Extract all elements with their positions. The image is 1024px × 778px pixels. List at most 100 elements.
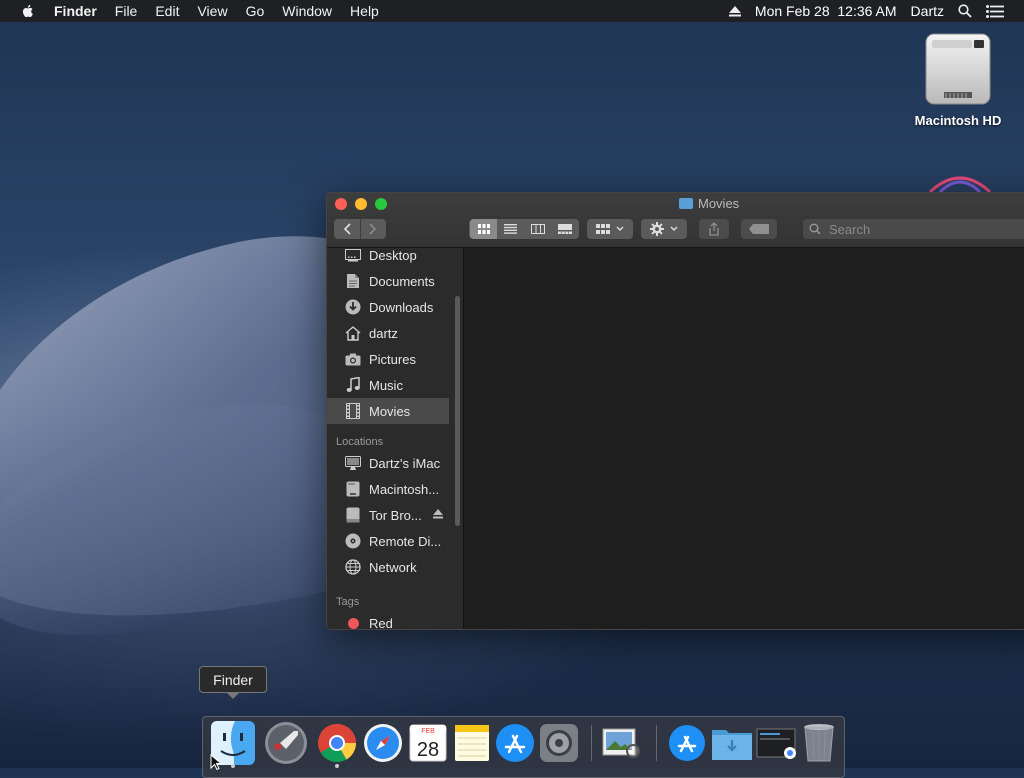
app-store-icon <box>496 724 534 762</box>
dock-calendar[interactable]: FEB 28 <box>406 721 450 765</box>
gallery-icon <box>557 224 572 234</box>
camera-icon <box>345 353 361 365</box>
desktop-app-icon-partial[interactable] <box>920 170 1000 192</box>
sidebar-item-label: Downloads <box>369 299 434 315</box>
running-indicator <box>231 764 235 768</box>
list-view-button[interactable] <box>497 219 524 239</box>
columns-icon <box>530 224 545 234</box>
calendar-month: FEB <box>421 728 435 735</box>
menu-view[interactable]: View <box>197 3 227 19</box>
sidebar-item-movies[interactable]: Movies <box>327 398 449 424</box>
dock-chrome[interactable] <box>315 721 359 765</box>
eject-menu-icon[interactable] <box>728 5 741 17</box>
dock-preview[interactable] <box>599 721 643 765</box>
dock-screenshot-stack[interactable] <box>755 721 799 765</box>
sidebar-item-label: Movies <box>369 403 411 419</box>
sidebar-item-remote-disc[interactable]: Remote Di... <box>327 528 463 554</box>
dock-applications-folder[interactable] <box>665 721 709 765</box>
dock-tooltip: Finder <box>199 666 267 699</box>
dock-separator <box>591 725 592 761</box>
imac-icon <box>345 455 361 470</box>
chrome-icon <box>318 723 357 763</box>
dock-app-store[interactable] <box>493 721 537 765</box>
sidebar-item-label: Music <box>369 377 403 393</box>
chevron-down-icon <box>670 226 678 231</box>
action-menu-button[interactable] <box>641 219 687 239</box>
eject-icon[interactable] <box>433 509 443 519</box>
menu-go[interactable]: Go <box>246 3 265 19</box>
downloads-icon <box>345 299 361 315</box>
hard-drive-icon <box>925 33 991 105</box>
sidebar-item-label: Documents <box>369 273 435 289</box>
dock: FEB 28 <box>202 716 845 778</box>
gear-icon <box>540 724 578 762</box>
arrange-grid-icon <box>596 224 610 234</box>
search-icon <box>809 223 821 235</box>
sidebar-item-tag-red[interactable]: Red <box>327 610 463 629</box>
minimize-window-button[interactable] <box>355 198 367 210</box>
apple-menu-icon[interactable] <box>20 3 36 19</box>
menu-window[interactable]: Window <box>282 3 332 19</box>
dock-separator <box>656 725 657 761</box>
sidebar-item-imac[interactable]: Dartz's iMac <box>327 450 463 476</box>
sidebar-item-downloads[interactable]: Downloads <box>327 294 463 320</box>
sidebar-item-pictures[interactable]: Pictures <box>327 346 463 372</box>
file-list-area[interactable] <box>464 248 1024 629</box>
spotlight-search-icon[interactable] <box>958 4 972 18</box>
edit-tags-button[interactable] <box>741 219 777 239</box>
forward-button[interactable] <box>359 219 387 239</box>
documents-icon <box>347 274 359 288</box>
back-button[interactable] <box>334 219 360 239</box>
sidebar-item-desktop[interactable]: Desktop <box>327 248 463 268</box>
icon-view-button[interactable] <box>470 219 497 239</box>
sidebar-item-home[interactable]: dartz <box>327 320 463 346</box>
dock-launchpad[interactable] <box>264 721 308 765</box>
search-input[interactable] <box>827 220 1024 238</box>
back-forward-control <box>334 219 386 239</box>
sidebar-item-music[interactable]: Music <box>327 372 463 398</box>
share-button[interactable] <box>699 219 729 239</box>
notes-icon <box>455 725 489 761</box>
chevron-right-icon <box>369 223 377 235</box>
desktop-macintosh-hd[interactable]: Macintosh HD <box>915 32 1001 128</box>
list-lines-icon <box>504 224 517 234</box>
sidebar-item-documents[interactable]: Documents <box>327 268 463 294</box>
downloads-folder-icon <box>712 730 752 760</box>
compass-icon <box>364 724 402 762</box>
dock-downloads-folder[interactable] <box>710 721 754 765</box>
zoom-window-button[interactable] <box>375 198 387 210</box>
group-by-button[interactable] <box>587 219 633 239</box>
sidebar-item-macintosh-hd[interactable]: Macintosh... <box>327 476 463 502</box>
trash-icon <box>804 724 834 762</box>
chevron-down-icon <box>616 226 624 231</box>
gallery-view-button[interactable] <box>551 219 578 239</box>
calendar-icon: FEB 28 <box>409 724 447 762</box>
hard-drive-icon <box>346 481 360 497</box>
film-icon <box>346 403 360 419</box>
window-titlebar[interactable]: Movies <box>327 193 1024 248</box>
menu-finder[interactable]: Finder <box>54 3 97 19</box>
window-controls <box>335 198 395 210</box>
menubar-clock[interactable]: Mon Feb 28 12:36 AM <box>755 3 897 19</box>
dock-safari[interactable] <box>361 721 405 765</box>
globe-icon <box>345 559 361 575</box>
window-title-text: Movies <box>698 196 740 211</box>
menu-help[interactable]: Help <box>350 3 379 19</box>
menu-file[interactable]: File <box>115 3 138 19</box>
search-field[interactable] <box>803 219 1024 239</box>
red-tag-dot-icon <box>347 617 359 629</box>
menubar-user[interactable]: Dartz <box>911 3 944 19</box>
menu-edit[interactable]: Edit <box>155 3 179 19</box>
dock-notes[interactable] <box>450 721 494 765</box>
sidebar-item-label: Red <box>369 615 393 630</box>
dock-trash[interactable] <box>797 721 841 765</box>
sidebar-item-tor-browser[interactable]: Tor Bro... <box>327 502 463 528</box>
sidebar-item-label: dartz <box>369 325 398 341</box>
share-icon <box>709 222 719 236</box>
dock-system-preferences[interactable] <box>537 721 581 765</box>
close-window-button[interactable] <box>335 198 347 210</box>
column-view-button[interactable] <box>524 219 551 239</box>
notification-center-icon[interactable] <box>986 4 1004 18</box>
calendar-day: 28 <box>417 739 439 761</box>
sidebar-item-network[interactable]: Network <box>327 554 463 580</box>
